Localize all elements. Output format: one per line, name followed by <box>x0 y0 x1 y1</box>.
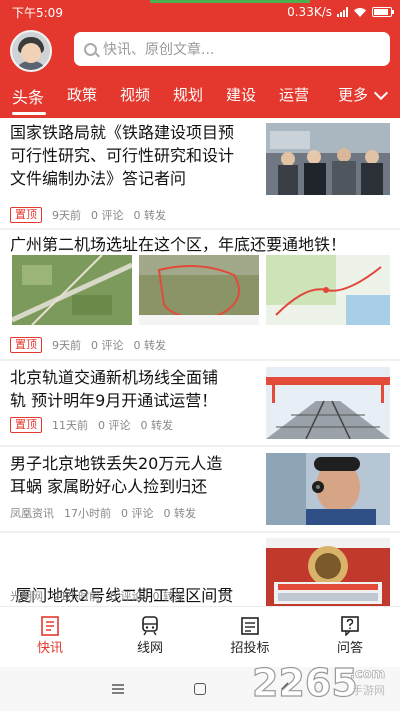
article-thumbnail <box>266 123 390 195</box>
article-shares[interactable]: 0 转发 <box>164 505 197 521</box>
article-meta: 光明网 21小时前 0 评论 0 转发 <box>10 588 185 604</box>
watermark-suffix: .com <box>350 667 385 682</box>
search-placeholder: 快讯、原创文章... <box>103 42 215 58</box>
article-time: 17小时前 <box>64 507 111 520</box>
bottom-tab-label: 线网 <box>136 641 163 656</box>
bottom-tab-network[interactable]: 线网 <box>100 607 200 667</box>
watermark-logo: 2265 .com 手游网 <box>248 650 400 710</box>
article-shares[interactable]: 0 转发 <box>134 337 167 353</box>
article-shares[interactable]: 0 转发 <box>141 417 174 433</box>
status-progress-line <box>150 0 310 3</box>
tab-policy[interactable]: 政策 <box>67 84 97 105</box>
article-thumbnail <box>266 367 390 439</box>
list-item[interactable]: 北京轨道交通新机场线全面铺 轨 预计明年9月开通试运营！ 置顶 11天前 0 评… <box>0 361 400 445</box>
article-time: 11天前 <box>52 419 88 432</box>
article-time: 21小时前 <box>53 590 100 603</box>
home-icon[interactable] <box>194 683 206 695</box>
network-speed: 0.33K/s <box>287 5 332 19</box>
search-icon <box>84 42 97 56</box>
status-indicators: 0.33K/s <box>287 5 394 19</box>
tab-more[interactable]: 更多 <box>338 84 368 105</box>
pinned-badge: 置顶 <box>10 207 42 223</box>
article-comments[interactable]: 0 评论 <box>91 207 124 223</box>
avatar[interactable] <box>10 30 52 72</box>
watermark-brand: 2265 <box>252 661 358 705</box>
article-meta: 置顶 11天前 0 评论 0 转发 <box>10 417 173 433</box>
article-comments[interactable]: 0 评论 <box>91 337 124 353</box>
category-tabs: 头条 政策 视频 规划 建设 运营 更多 <box>0 74 400 118</box>
search-input[interactable]: 快讯、原创文章... <box>74 32 390 66</box>
menu-icon[interactable] <box>112 684 124 694</box>
article-thumbnail <box>266 538 390 606</box>
app-header: 快讯、原创文章... <box>0 24 400 74</box>
battery-icon <box>372 7 394 17</box>
article-title: 男子北京地铁丢失20万元人造 耳蜗 家属盼好心人捡到归还 <box>10 452 262 498</box>
article-thumbnail <box>266 453 390 525</box>
article-meta: 置顶 9天前 0 评论 0 转发 <box>10 337 166 353</box>
title-line: 可行性研究、可行性研究和设计 <box>10 146 235 165</box>
pinned-badge: 置顶 <box>10 337 42 353</box>
tab-video[interactable]: 视频 <box>120 84 150 105</box>
news-icon <box>41 616 59 636</box>
list-item[interactable]: 厦门地铁2号线二期工程区间贯 通 光明网 21小时前 0 评论 0 转发 <box>0 533 400 606</box>
train-icon <box>142 616 158 636</box>
article-image-1 <box>10 254 134 326</box>
bottom-tab-label: 快讯 <box>36 641 63 656</box>
article-comments[interactable]: 0 评论 <box>121 505 154 521</box>
article-time: 9天前 <box>52 339 81 352</box>
article-title: 国家铁路局就《铁路建设项目预 可行性研究、可行性研究和设计 文件编制办法》答记者… <box>10 121 262 190</box>
list-item[interactable]: 国家铁路局就《铁路建设项目预 可行性研究、可行性研究和设计 文件编制办法》答记者… <box>0 118 400 228</box>
tab-planning[interactable]: 规划 <box>173 84 203 105</box>
tab-operation[interactable]: 运营 <box>279 84 309 105</box>
article-meta: 置顶 9天前 0 评论 0 转发 <box>10 207 166 223</box>
signal-icon <box>337 7 348 17</box>
pinned-badge: 置顶 <box>10 417 42 433</box>
active-tab-indicator <box>12 112 46 115</box>
title-line: 耳蜗 家属盼好心人捡到归还 <box>10 477 208 496</box>
article-image-3 <box>266 255 390 325</box>
article-source: 凤凰资讯 <box>10 507 54 520</box>
article-source: 光明网 <box>10 590 43 603</box>
bottom-tab-news[interactable]: 快讯 <box>0 607 100 667</box>
title-line: 北京轨道交通新机场线全面铺 <box>10 368 219 387</box>
article-time: 9天前 <box>52 209 81 222</box>
article-meta: 凤凰资讯 17小时前 0 评论 0 转发 <box>10 505 196 521</box>
article-shares[interactable]: 0 转发 <box>134 207 167 223</box>
article-title: 北京轨道交通新机场线全面铺 轨 预计明年9月开通试运营！ <box>10 366 262 412</box>
tab-construction[interactable]: 建设 <box>226 84 256 105</box>
chevron-down-icon[interactable] <box>373 85 389 101</box>
article-list: 国家铁路局就《铁路建设项目预 可行性研究、可行性研究和设计 文件编制办法》答记者… <box>0 118 400 606</box>
article-comments[interactable]: 0 评论 <box>98 417 131 433</box>
tab-headlines[interactable]: 头条 <box>12 84 44 108</box>
article-image-2 <box>139 255 259 325</box>
title-line: 文件编制办法》答记者问 <box>10 169 187 188</box>
question-icon <box>341 616 359 636</box>
list-item[interactable]: 男子北京地铁丢失20万元人造 耳蜗 家属盼好心人捡到归还 凤凰资讯 17小时前 … <box>0 447 400 531</box>
article-title: 广州第二机场选址在这个区，年底还要通地铁！ <box>10 235 347 254</box>
title-line: 国家铁路局就《铁路建设项目预 <box>10 123 235 142</box>
title-line: 轨 预计明年9月开通试运营！ <box>10 391 218 410</box>
status-time: 下午5:09 <box>12 5 63 20</box>
article-shares[interactable]: 0 转发 <box>153 588 186 604</box>
status-bar: 下午5:09 0.33K/s <box>0 0 400 24</box>
article-comments[interactable]: 0 评论 <box>110 588 143 604</box>
wifi-icon <box>354 7 366 17</box>
list-item[interactable]: 广州第二机场选址在这个区，年底还要通地铁！ 置顶 9天前 0 评论 0 转发 <box>0 230 400 359</box>
document-icon <box>241 617 259 635</box>
watermark-sub: 手游网 <box>352 683 385 697</box>
title-line: 男子北京地铁丢失20万元人造 <box>10 454 223 473</box>
